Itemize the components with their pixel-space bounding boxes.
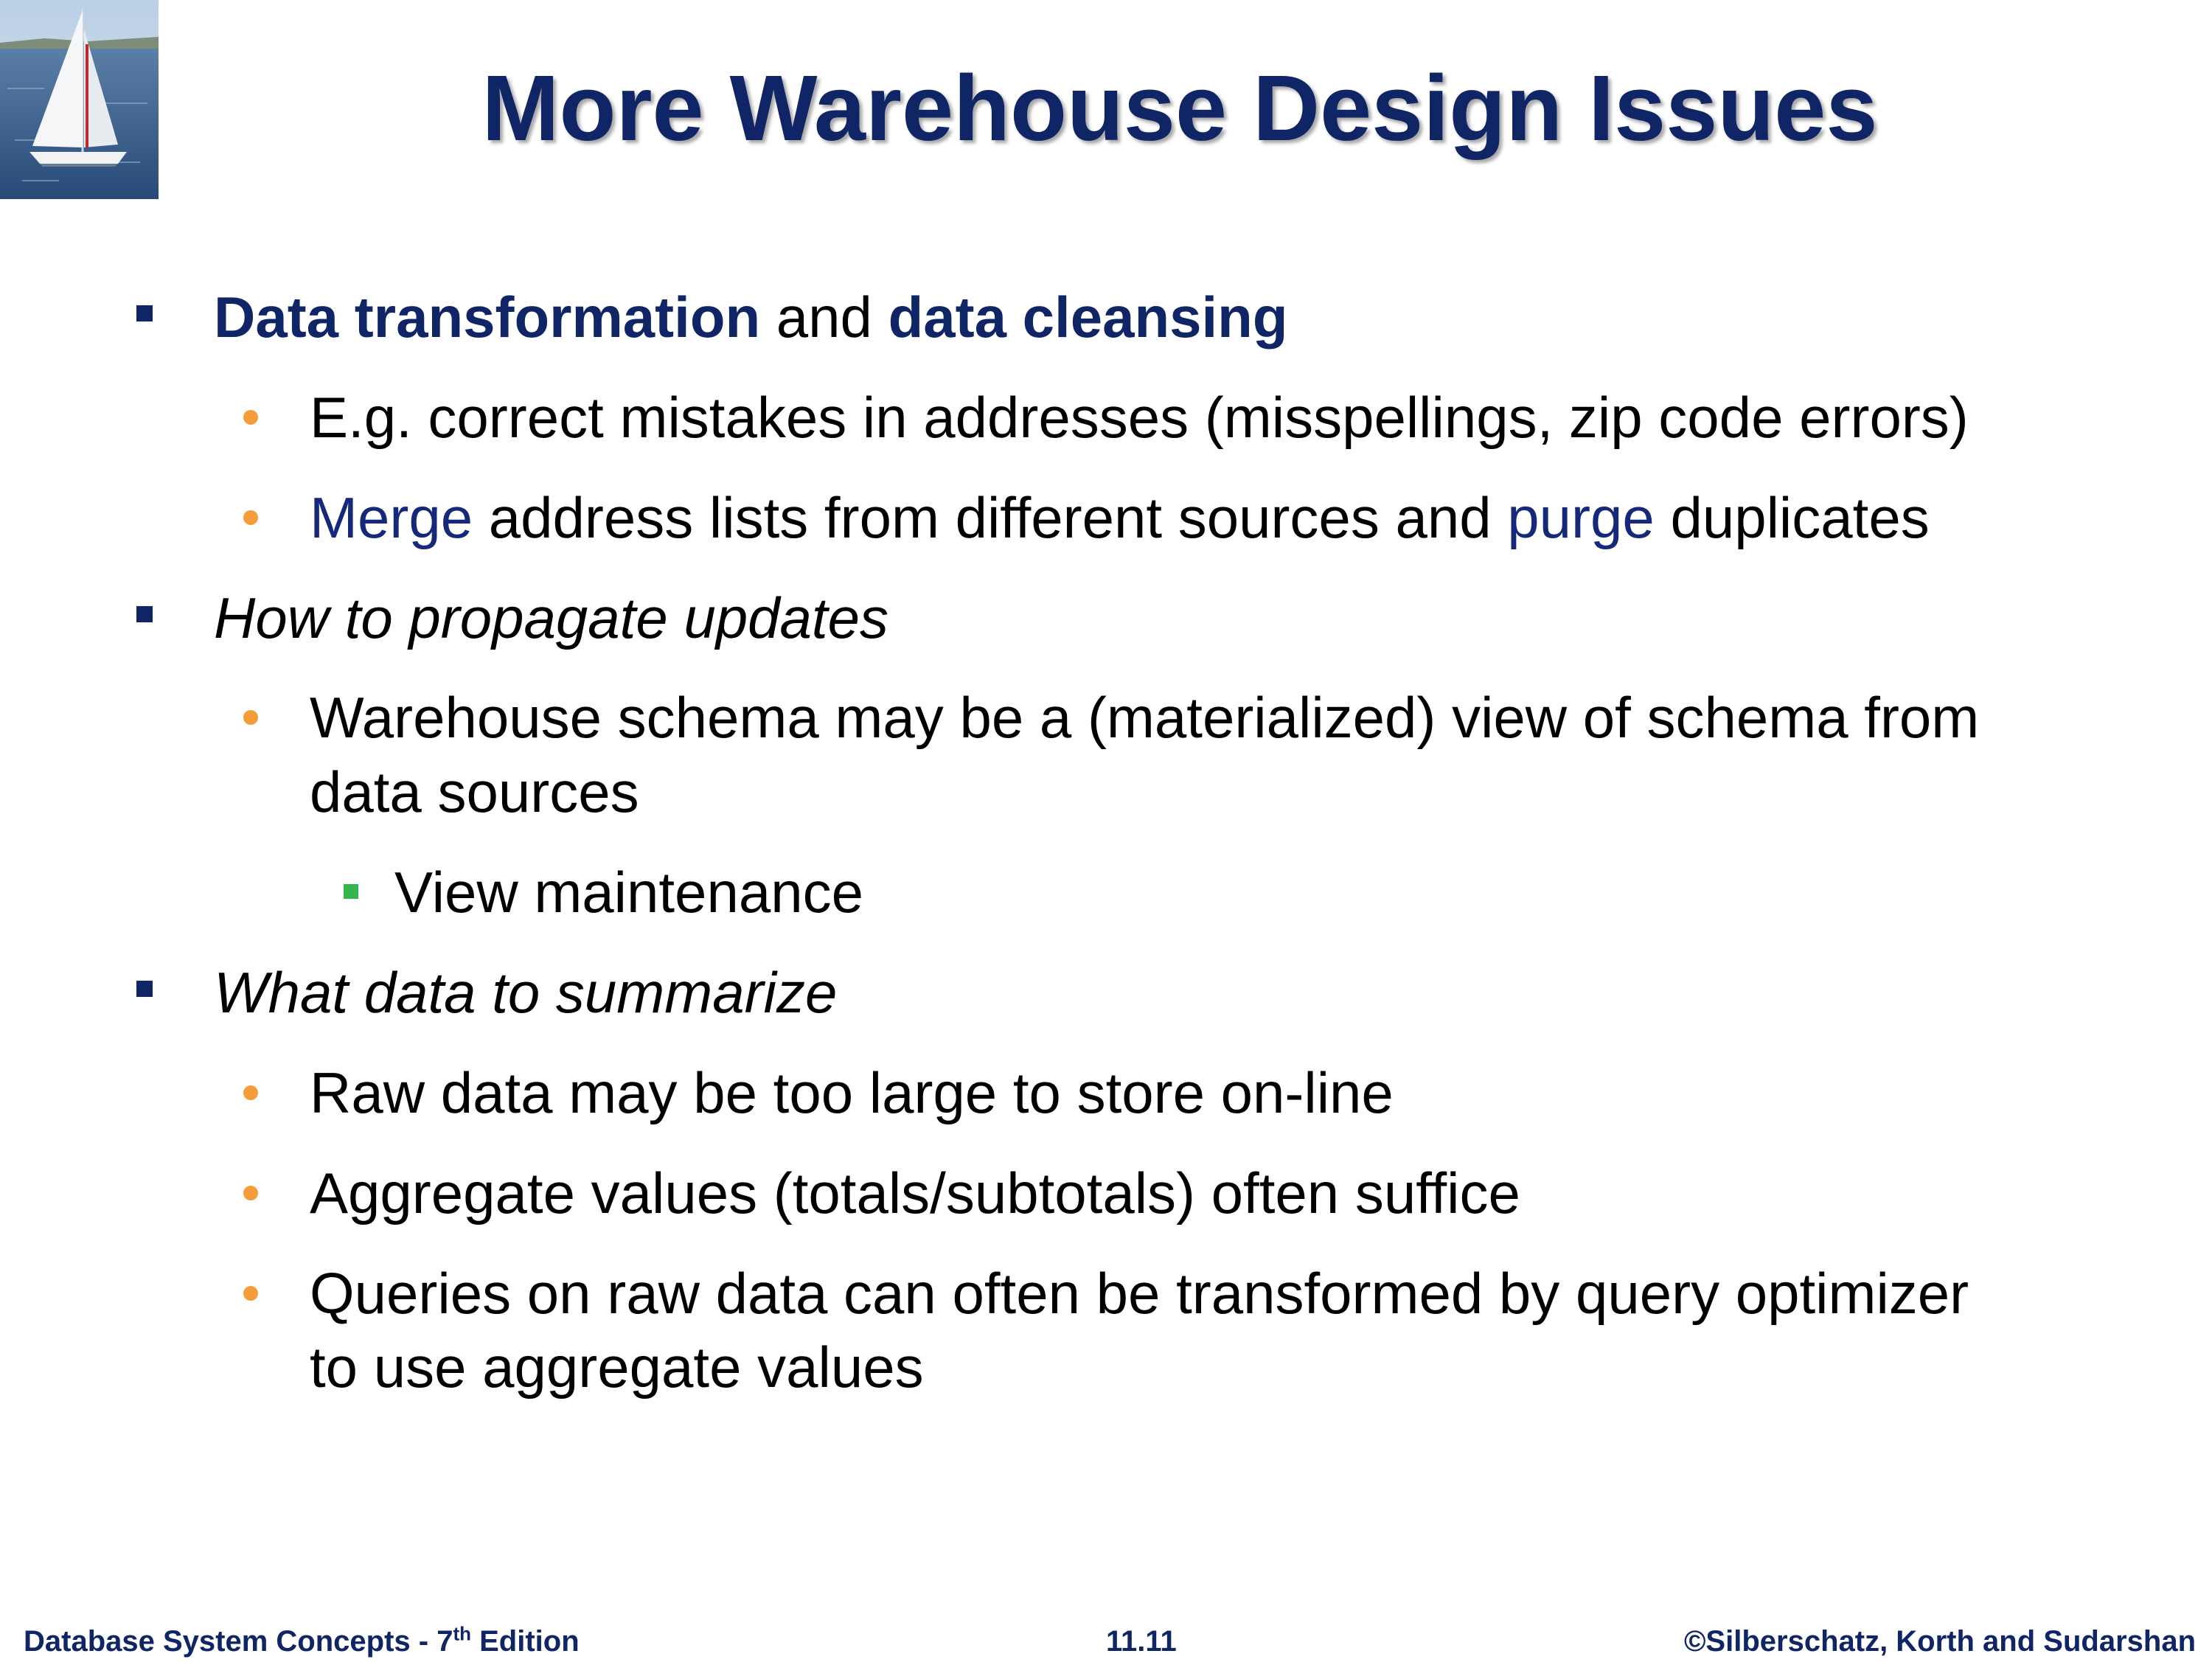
dot-bullet-icon <box>243 510 258 525</box>
footer-copyright: ©Silberschatz, Korth and Sudarshan <box>1683 1625 2196 1658</box>
square-bullet-icon <box>136 981 153 997</box>
subbullet-correct-mistakes: E.g. correct mistakes in addresses (miss… <box>310 385 1969 450</box>
subbullet-duplicates-text: duplicates <box>1654 485 1930 550</box>
subbullet-warehouse-schema-line2: data sources <box>310 759 639 824</box>
footer-edition-superscript: th <box>453 1622 471 1645</box>
bullet-propagate-updates: How to propagate updates <box>214 585 888 650</box>
dot-bullet-icon <box>243 1286 258 1301</box>
subbullet-aggregate-values: Aggregate values (totals/subtotals) ofte… <box>310 1161 1520 1225</box>
square-bullet-icon <box>136 606 153 622</box>
sailboat-logo <box>0 0 159 199</box>
dot-bullet-icon <box>243 1186 258 1200</box>
green-square-bullet-icon <box>344 884 358 899</box>
slide-title: More Warehouse Design Issues <box>481 56 1878 160</box>
subbullet-queries-line1: Queries on raw data can often be transfo… <box>310 1261 1969 1326</box>
footer-book-title: Database System Concepts - 7 <box>24 1625 453 1658</box>
keyword-purge: purge <box>1507 485 1655 550</box>
keyword-merge: Merge <box>310 485 473 550</box>
dot-bullet-icon <box>243 410 258 425</box>
footer-edition: Edition <box>471 1625 580 1658</box>
subbullet-queries-line2: to use aggregate values <box>310 1335 924 1400</box>
bullet-what-to-summarize: What data to summarize <box>214 960 838 1025</box>
bullet-data-transformation: Data transformation and data cleansing <box>214 280 1287 354</box>
footer-page-number: 11.11 <box>1106 1625 1177 1658</box>
subbullet-warehouse-schema-line1: Warehouse schema may be a (materialized)… <box>310 685 1980 750</box>
bullet-text-and: and <box>760 285 888 350</box>
keyword-data-cleansing: data cleansing <box>888 285 1288 350</box>
subsubbullet-view-maintenance: View maintenance <box>394 860 863 925</box>
subbullet-raw-data-large: Raw data may be too large to store on-li… <box>310 1060 1394 1125</box>
subbullet-merge-purge: Merge address lists from different sourc… <box>310 481 1930 554</box>
subbullet-merge-text: address lists from different sources and <box>473 485 1508 550</box>
keyword-data-transformation: Data transformation <box>214 285 761 350</box>
dot-bullet-icon <box>243 1085 258 1100</box>
dot-bullet-icon <box>243 710 258 725</box>
square-bullet-icon <box>136 305 153 321</box>
footer-left: Database System Concepts - 7th Edition <box>24 1621 580 1662</box>
